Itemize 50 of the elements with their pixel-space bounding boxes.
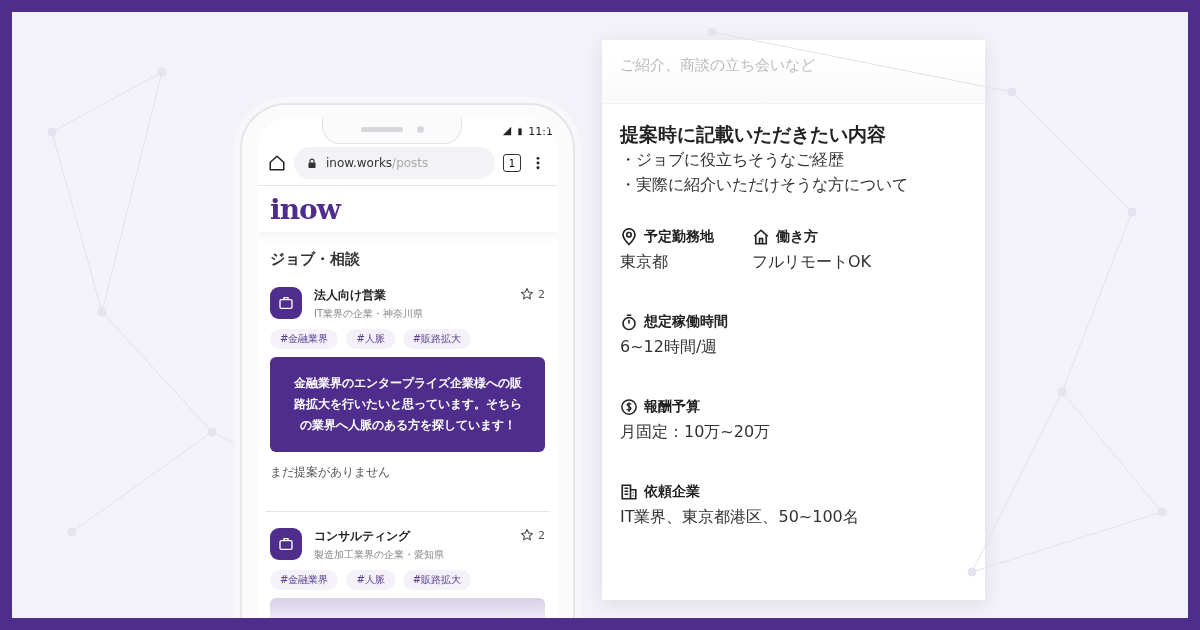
field-label: 報酬予算 bbox=[644, 397, 700, 416]
bullet-item: ・実際に紹介いただけそうな方について bbox=[620, 173, 909, 196]
home-button[interactable] bbox=[268, 154, 286, 172]
post-title[interactable]: 法人向け営業 bbox=[314, 287, 508, 304]
section-heading: 提案時に記載いただきたい内容 bbox=[620, 122, 887, 147]
signal-icon bbox=[502, 126, 513, 136]
hashtag[interactable]: #人脈 bbox=[346, 329, 395, 349]
field-value: フルリモートOK bbox=[752, 251, 872, 273]
post-title[interactable]: コンサルティング bbox=[314, 528, 508, 545]
lock-icon bbox=[306, 156, 318, 170]
camera-dot bbox=[416, 125, 424, 133]
bullet-item: ・ジョブに役立ちそうなご経歴 bbox=[620, 149, 845, 171]
location-pin-icon bbox=[620, 227, 638, 246]
hashtag[interactable]: #金融業界 bbox=[270, 329, 339, 349]
briefcase-icon bbox=[278, 536, 294, 552]
tab-count-button[interactable]: 1 bbox=[503, 154, 521, 172]
address-bar[interactable]: inow.works/posts bbox=[294, 147, 495, 179]
field-label: 想定稼働時間 bbox=[644, 312, 728, 331]
field-value: 東京都 bbox=[620, 251, 669, 273]
faded-text: ご紹介、商談の立ち会いなど bbox=[602, 56, 985, 104]
dollar-icon bbox=[620, 397, 638, 416]
stopwatch-icon bbox=[620, 312, 638, 331]
battery-icon bbox=[516, 125, 525, 137]
field-value: IT業界、東京都港区、50~100名 bbox=[620, 506, 859, 528]
star-icon[interactable] bbox=[520, 287, 534, 301]
star-icon[interactable] bbox=[520, 528, 534, 542]
post-subtitle: 製造加工業界の企業・愛知県 bbox=[314, 548, 445, 562]
site-logo[interactable]: inow bbox=[270, 192, 340, 226]
hashtag[interactable]: #金融業界 bbox=[270, 570, 339, 590]
field-value: 6~12時間/週 bbox=[620, 336, 719, 358]
hashtag[interactable]: #販路拡大 bbox=[402, 570, 472, 590]
url-text: inow.works/posts bbox=[326, 156, 429, 170]
briefcase-icon bbox=[278, 295, 294, 311]
favorite-count: 2 bbox=[538, 528, 545, 542]
field-label: 依頼企業 bbox=[644, 482, 700, 501]
status-time: 11:1 bbox=[528, 124, 553, 138]
proposal-status-text: まだ提案がありません bbox=[270, 464, 391, 481]
hashtag[interactable]: #人脈 bbox=[346, 570, 395, 590]
post-subtitle: IT業界の企業・神奈川県 bbox=[314, 307, 425, 321]
building-icon bbox=[620, 482, 638, 501]
post-message: 金融業界のエンタープライズ企業様への販路拡大を行いたいと思っています。そちらの業界へ人脈のある方を探しています！ bbox=[270, 357, 545, 452]
field-label: 働き方 bbox=[776, 227, 818, 246]
speaker-grille bbox=[360, 126, 403, 132]
hashtag[interactable]: #販路拡大 bbox=[402, 329, 472, 349]
home-icon bbox=[268, 154, 286, 172]
field-value: 月固定：10万~20万 bbox=[620, 421, 771, 443]
section-title: ジョブ・相談 bbox=[269, 249, 361, 270]
favorite-count: 2 bbox=[538, 287, 545, 301]
home-icon bbox=[752, 227, 770, 246]
field-label: 予定勤務地 bbox=[644, 227, 714, 246]
